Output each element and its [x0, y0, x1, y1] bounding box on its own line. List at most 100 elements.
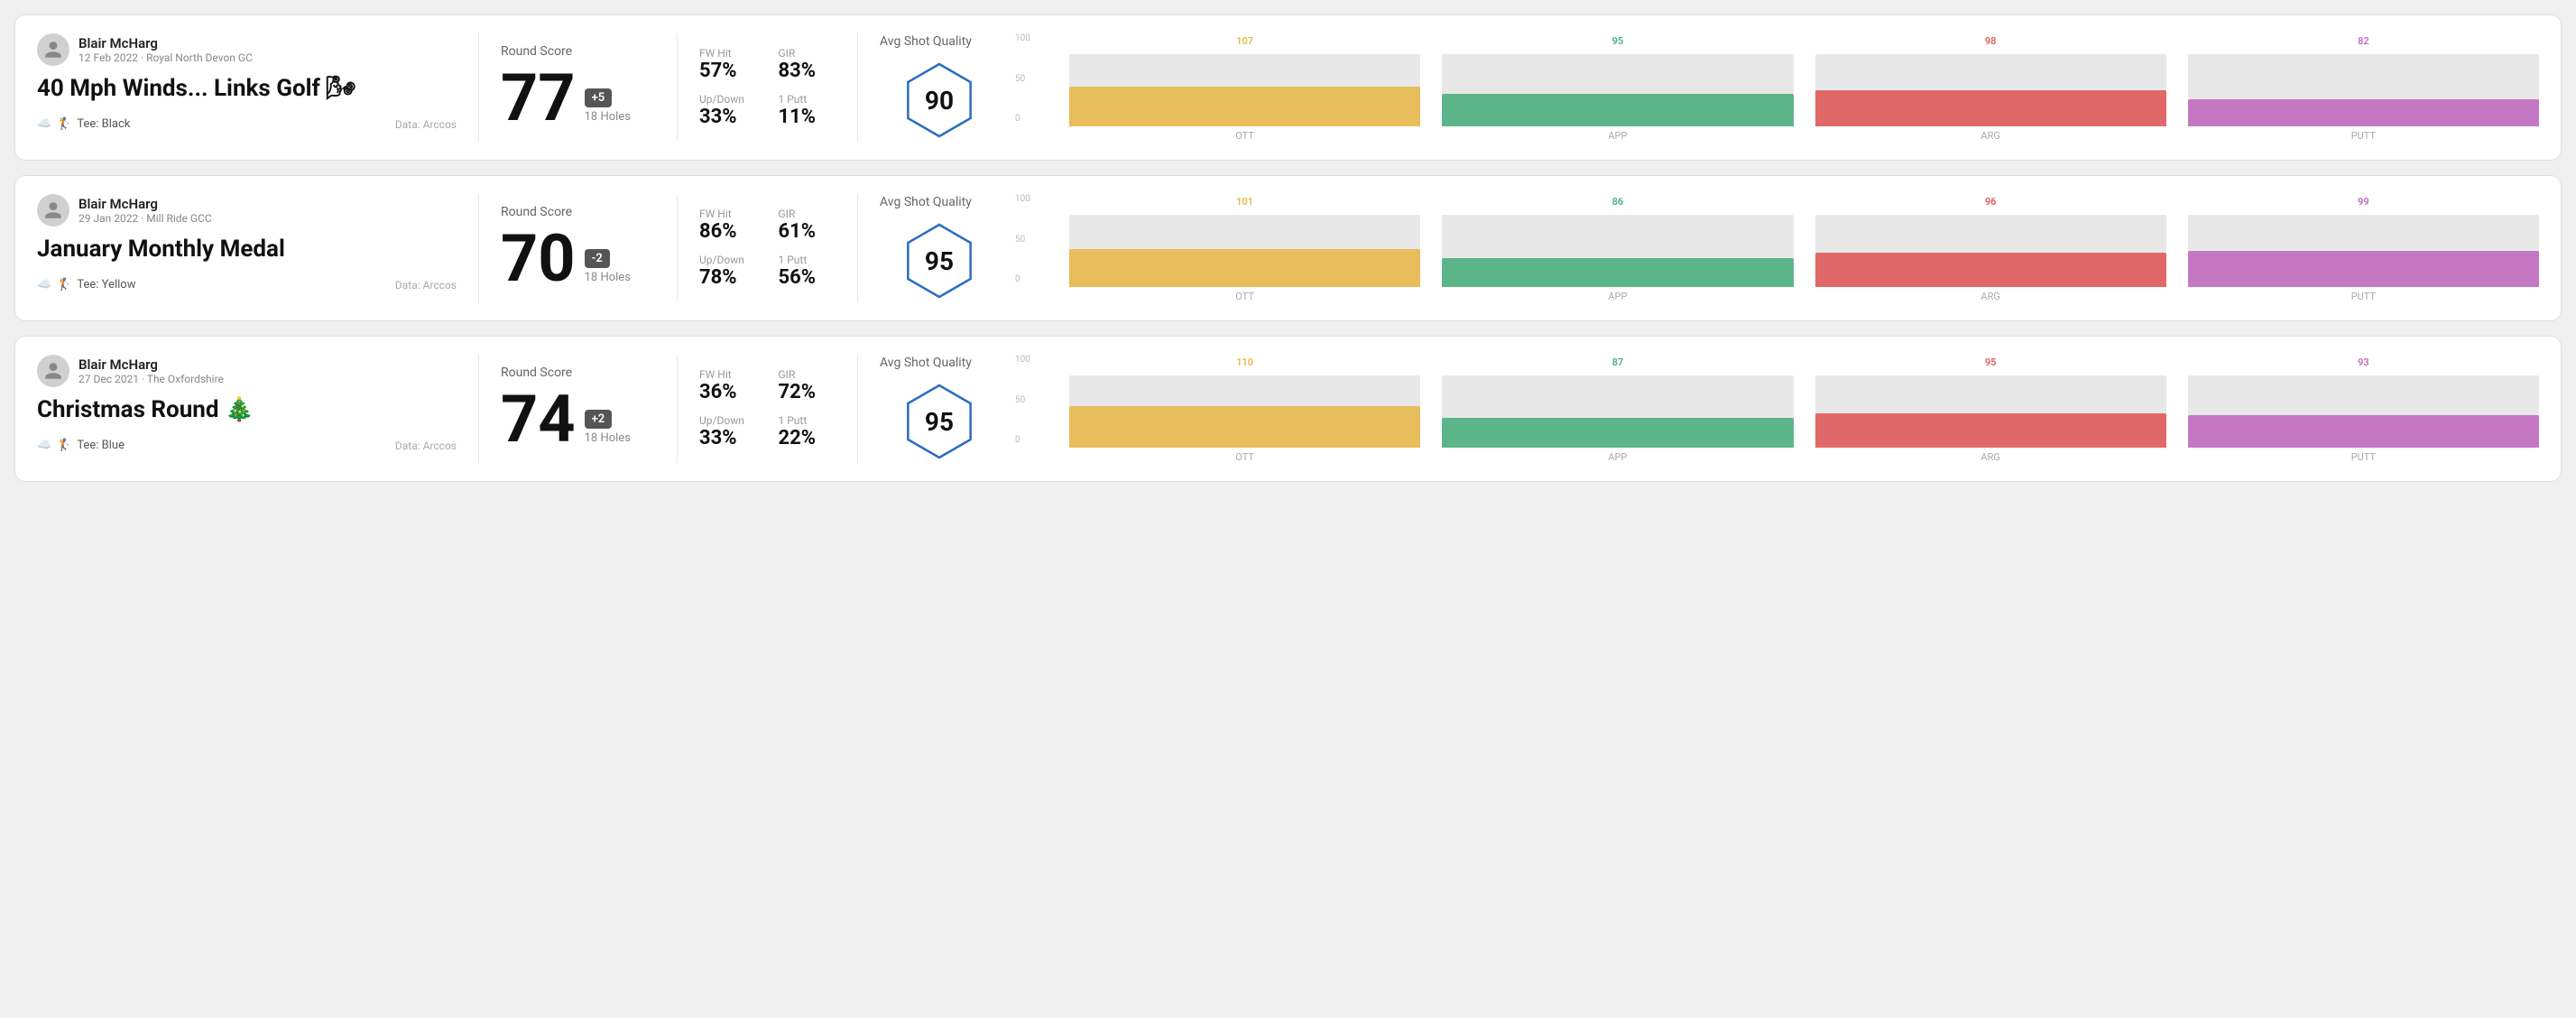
weather-icon: ☁️ [37, 439, 51, 452]
stats-section: FW Hit86% GIR61% Up/Down78% 1 Putt56% [678, 194, 858, 302]
round-title: January Monthly Medal [37, 236, 457, 264]
bar-axis-label: APP [1608, 451, 1627, 463]
round-card-2: Blair McHarg29 Jan 2022 · Mill Ride GCC J… [14, 175, 2562, 321]
bar-axis-label: PUTT [2351, 130, 2376, 142]
avatar [37, 194, 69, 227]
chart-container: 100500101OTT86APP96ARG99PUTT [1042, 194, 2539, 302]
chart-section: 100500101OTT86APP96ARG99PUTT [1020, 194, 2539, 302]
stat-value-fw-hit: 86% [699, 220, 757, 243]
bar-col-putt: 99PUTT [2188, 212, 2539, 302]
y-axis: 100500 [1015, 33, 1030, 124]
user-row: Blair McHarg29 Jan 2022 · Mill Ride GCC [37, 194, 457, 227]
holes-label: 18 Holes [585, 110, 631, 124]
bar-col-ott: 107OTT [1069, 51, 1420, 142]
score-badge: -218 Holes [585, 249, 631, 292]
bar-fill [1069, 87, 1420, 126]
user-row: Blair McHarg12 Feb 2022 · Royal North De… [37, 33, 457, 66]
bar-col-putt: 93PUTT [2188, 373, 2539, 463]
stat-one-putt: 1 Putt22% [779, 414, 836, 449]
chart-container: 100500110OTT87APP95ARG93PUTT [1042, 355, 2539, 463]
bar-wrapper [1442, 212, 1793, 287]
quality-section: Avg Shot Quality 95 [858, 355, 1020, 463]
quality-label: Avg Shot Quality [880, 356, 972, 370]
bar-axis-label: PUTT [2351, 451, 2376, 463]
bar-axis-label: OTT [1235, 451, 1254, 463]
y-axis: 100500 [1015, 194, 1030, 284]
score-row: 70-218 Holes [501, 227, 655, 292]
y-axis: 100500 [1015, 355, 1030, 445]
stat-value-one-putt: 22% [779, 427, 836, 449]
user-info: Blair McHarg27 Dec 2021 · The Oxfordshir… [78, 356, 224, 385]
stats-section: FW Hit57%GIR83%Up/Down33%1 Putt11% [678, 33, 858, 142]
stat-label-gir: GIR [779, 368, 836, 381]
stat-gir: GIR61% [779, 208, 836, 243]
score-number: 77 [501, 66, 576, 131]
bar-col-putt: 82PUTT [2188, 51, 2539, 142]
stat-label-gir: GIR [779, 208, 836, 220]
data-source: Data: Arccos [395, 279, 457, 292]
bar-wrapper [2188, 212, 2539, 287]
bottom-row: ☁️🏌Tee: YellowData: Arccos [37, 278, 457, 292]
stat-fw-hit: FW Hit36% [699, 368, 757, 403]
bar-fill [1815, 253, 2166, 287]
score-row: 77+518 Holes [501, 66, 655, 131]
holes-label: 18 Holes [585, 271, 631, 284]
bar-top-label-putt: 93 [2358, 356, 2369, 368]
bar-axis-label: PUTT [2351, 291, 2376, 302]
stat-fw-hit: FW Hit86% [699, 208, 757, 243]
stats-section: FW Hit36%GIR72%Up/Down33%1 Putt22% [678, 355, 858, 463]
bar-top-label-app: 87 [1612, 356, 1624, 368]
stat-up-down: Up/Down33% [699, 93, 757, 128]
user-info: Blair McHarg29 Jan 2022 · Mill Ride GCC [78, 196, 212, 225]
bar-wrapper [1815, 51, 2166, 126]
bottom-row: ☁️🏌Tee: BlackData: Arccos [37, 117, 457, 131]
bar-top-label-app: 95 [1612, 35, 1624, 47]
bar-wrapper [1442, 373, 1793, 448]
bar-fill [1442, 418, 1793, 448]
score-number: 70 [501, 227, 576, 292]
stat-value-fw-hit: 57% [699, 60, 757, 82]
bar-col-ott: 110OTT [1069, 373, 1420, 463]
bar-top-label-putt: 99 [2358, 196, 2369, 208]
bar-fill [1442, 94, 1793, 126]
stat-label-one-putt: 1 Putt [779, 93, 836, 106]
shot-quality-hexagon: 90 [899, 60, 980, 141]
avatar [37, 355, 69, 387]
bar-wrapper [1069, 373, 1420, 448]
bar-top-label-app: 86 [1612, 196, 1624, 208]
bar-col-app: 86APP [1442, 212, 1793, 302]
round-left-section: Blair McHarg27 Dec 2021 · The Oxfordshir… [37, 355, 479, 463]
bar-chart: 107OTT95APP98ARG82PUTT [1069, 33, 2539, 142]
stat-gir: GIR72% [779, 368, 836, 403]
chart-container: 100500107OTT95APP98ARG82PUTT [1042, 33, 2539, 142]
stat-one-putt: 1 Putt56% [779, 254, 836, 289]
stat-value-one-putt: 11% [779, 106, 836, 128]
bar-col-ott: 101OTT [1069, 212, 1420, 302]
score-section: Round Score74+218 Holes [479, 355, 678, 463]
bar-col-app: 95APP [1442, 51, 1793, 142]
bar-axis-label: APP [1608, 130, 1627, 142]
bag-icon: 🏌 [57, 278, 71, 292]
bar-fill [2188, 251, 2539, 287]
bar-axis-label: OTT [1235, 291, 1254, 302]
bar-axis-label: ARG [1980, 130, 1999, 142]
data-source: Data: Arccos [395, 440, 457, 452]
bar-wrapper [2188, 373, 2539, 448]
stat-label-fw-hit: FW Hit [699, 368, 757, 381]
bar-col-arg: 95ARG [1815, 373, 2166, 463]
shot-quality-hexagon: 95 [899, 381, 980, 462]
bar-fill [1815, 413, 2166, 448]
bar-col-app: 87APP [1442, 373, 1793, 463]
user-row: Blair McHarg27 Dec 2021 · The Oxfordshir… [37, 355, 457, 387]
bar-top-label-ott: 110 [1236, 356, 1253, 368]
stat-up-down: Up/Down78% [699, 254, 757, 289]
shot-quality-hexagon: 95 [899, 220, 980, 301]
score-diff-badge: +2 [585, 410, 613, 429]
round-title: Christmas Round 🎄 [37, 396, 457, 424]
bar-col-arg: 96ARG [1815, 212, 2166, 302]
stat-value-fw-hit: 36% [699, 381, 757, 403]
round-left-section: Blair McHarg29 Jan 2022 · Mill Ride GCC J… [37, 194, 479, 302]
quality-label: Avg Shot Quality [880, 195, 972, 209]
round-score-label: Round Score [501, 366, 655, 380]
chart-section: 100500107OTT95APP98ARG82PUTT [1020, 33, 2539, 142]
